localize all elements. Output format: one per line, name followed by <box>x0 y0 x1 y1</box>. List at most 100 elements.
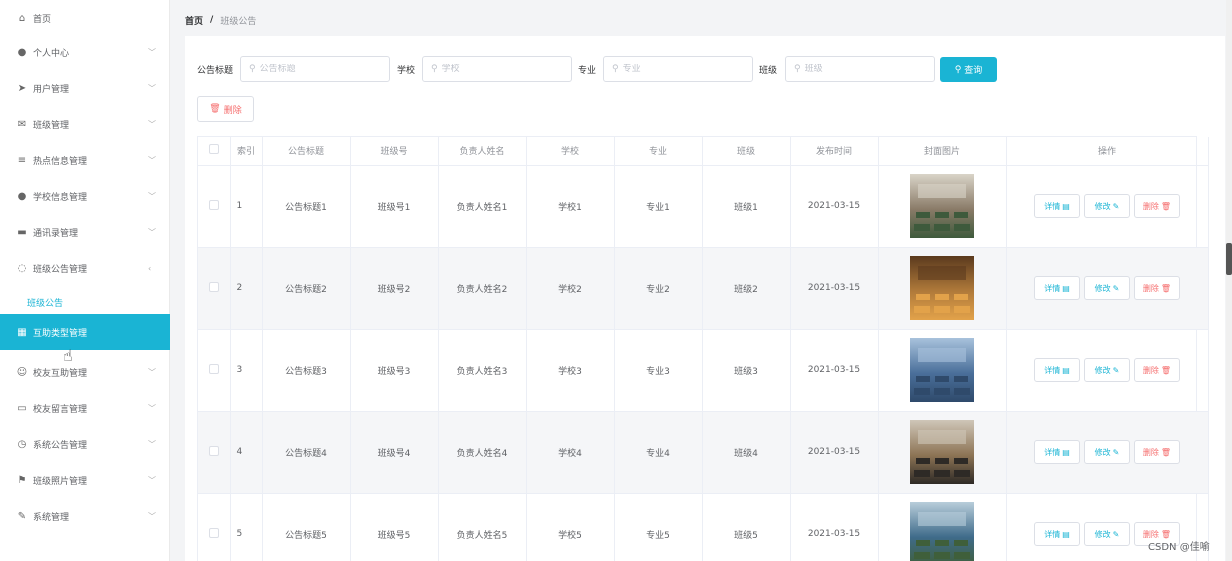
query-button[interactable]: ⚲ 查询 <box>940 57 997 82</box>
chevron-left-icon: ‹ <box>148 263 152 273</box>
delete-button[interactable]: 删除 🗑 <box>1134 276 1180 300</box>
cover-image-cell <box>878 165 1007 248</box>
sidebar-item-hot-info[interactable]: ≡ 热点信息管理 ﹀ <box>0 142 170 178</box>
mail-icon: ✉ <box>17 118 27 130</box>
sidebar-item-classes[interactable]: ✉ 班级管理 ﹀ <box>0 106 170 142</box>
detail-button[interactable]: 详情 ▤ <box>1034 276 1080 300</box>
detail-label: 详情 <box>1044 283 1061 293</box>
class-filter-input[interactable] <box>804 64 925 74</box>
batch-delete-button[interactable]: 🗑 删除 <box>197 96 254 122</box>
owner-name: 负责人姓名1 <box>438 165 527 248</box>
edit-icon: ✎ <box>1112 201 1120 211</box>
notice-title: 公告标题2 <box>262 247 351 330</box>
class-name: 班级3 <box>702 329 791 412</box>
main-content: 首页 / 班级公告 公告标题 ⚲ 学校 ⚲ 专业 ⚲ 班级 ⚲ ⚲ 查询 🗑 <box>185 0 1225 561</box>
detail-button[interactable]: 详情 ▤ <box>1034 522 1080 546</box>
sidebar-item-profile[interactable]: ● 个人中心 ﹀ <box>0 34 170 70</box>
publish-date: 2021-03-15 <box>790 165 879 248</box>
edit-label: 修改 <box>1094 529 1111 539</box>
row-select-cell <box>198 493 231 561</box>
row-checkbox[interactable] <box>208 527 219 538</box>
sidebar-item-help-types[interactable]: ▦ 互助类型管理 <box>0 314 170 350</box>
edit-button[interactable]: 修改 ✎ <box>1084 194 1130 218</box>
delete-button[interactable]: 删除 🗑 <box>1134 440 1180 464</box>
delete-button[interactable]: 删除 🗑 <box>1134 358 1180 382</box>
sidebar-item-label: 通讯录管理 <box>33 228 79 239</box>
owner-name: 负责人姓名2 <box>438 247 527 330</box>
row-checkbox[interactable] <box>208 199 219 210</box>
edit-button[interactable]: 修改 ✎ <box>1084 276 1130 300</box>
cover-image-cell <box>878 493 1007 561</box>
column-header: 学校 <box>526 137 615 166</box>
column-header: 班级 <box>702 137 791 166</box>
school-filter-input[interactable] <box>441 64 562 74</box>
row-index: 4 <box>230 411 263 494</box>
chevron-down-icon: ﹀ <box>148 475 156 485</box>
batch-delete-label: 删除 <box>223 105 242 116</box>
sidebar-item-system[interactable]: ✎ 系统管理 ﹀ <box>0 498 170 534</box>
cover-image <box>910 502 974 561</box>
detail-button[interactable]: 详情 ▤ <box>1034 440 1080 464</box>
delete-button[interactable]: 删除 🗑 <box>1134 194 1180 218</box>
publish-date: 2021-03-15 <box>790 329 879 412</box>
row-checkbox[interactable] <box>208 445 219 456</box>
edit-button[interactable]: 修改 ✎ <box>1084 522 1130 546</box>
notice-title: 公告标题5 <box>262 493 351 561</box>
detail-label: 详情 <box>1044 447 1061 457</box>
compass-icon: ◷ <box>17 438 27 450</box>
sidebar-item-contacts[interactable]: ▬ 通讯录管理 ﹀ <box>0 214 170 250</box>
row-index: 5 <box>230 493 263 561</box>
row-select-cell <box>198 247 231 330</box>
major: 专业3 <box>614 329 703 412</box>
sidebar-item-school-info[interactable]: ● 学校信息管理 ﹀ <box>0 178 170 214</box>
chevron-down-icon: ﹀ <box>148 511 156 521</box>
detail-button[interactable]: 详情 ▤ <box>1034 194 1080 218</box>
class-number: 班级号3 <box>350 329 439 412</box>
sidebar-item-alumni-help[interactable]: ☺ 校友互助管理 ﹀ <box>0 354 170 390</box>
scrollbar-thumb[interactable] <box>1226 243 1232 275</box>
message-icon: ▭ <box>17 402 27 414</box>
table-row: 4 公告标题4 班级号4 负责人姓名4 学校4 专业4 班级4 2021-03-15 详情 ▤ 修改… <box>198 411 1209 494</box>
sidebar-item-alumni-messages[interactable]: ▭ 校友留言管理 ﹀ <box>0 390 170 426</box>
notice-title: 公告标题4 <box>262 411 351 494</box>
edit-button[interactable]: 修改 ✎ <box>1084 440 1130 464</box>
column-header: 公告标题 <box>262 137 351 166</box>
edit-button[interactable]: 修改 ✎ <box>1084 358 1130 382</box>
major-filter-input-wrap: ⚲ <box>603 56 753 82</box>
sidebar-item-class-photos[interactable]: ⚑ 班级照片管理 ﹀ <box>0 462 170 498</box>
chevron-down-icon: ﹀ <box>148 119 156 129</box>
sidebar-item-users[interactable]: ➤ 用户管理 ﹀ <box>0 70 170 106</box>
class-number: 班级号5 <box>350 493 439 561</box>
chevron-down-icon: ﹀ <box>148 155 156 165</box>
sidebar-item-class-notice[interactable]: ◌ 班级公告管理 ‹ <box>0 250 170 286</box>
row-checkbox[interactable] <box>208 281 219 292</box>
row-index: 2 <box>230 247 263 330</box>
owner-name: 负责人姓名3 <box>438 329 527 412</box>
sidebar-item-system-notice[interactable]: ◷ 系统公告管理 ﹀ <box>0 426 170 462</box>
table-row: 3 公告标题3 班级号3 负责人姓名3 学校3 专业3 班级3 2021-03-15 详情 ▤ 修改… <box>198 329 1209 412</box>
major-filter-input[interactable] <box>622 64 743 74</box>
class-filter-label: 班级 <box>759 66 778 76</box>
sidebar-item-label: 用户管理 <box>33 84 70 95</box>
sidebar-subitem-class-notice[interactable]: 班级公告 <box>0 288 170 316</box>
sidebar-item-label: 个人中心 <box>33 48 70 59</box>
sidebar-item-label: 首页 <box>33 14 52 25</box>
row-checkbox[interactable] <box>208 363 219 374</box>
column-header: 操作 <box>1006 137 1209 166</box>
document-icon: ▤ <box>1062 529 1070 539</box>
page-scrollbar[interactable] <box>1226 0 1232 561</box>
owner-name: 负责人姓名4 <box>438 411 527 494</box>
select-all-checkbox[interactable] <box>208 144 219 155</box>
table-row: 5 公告标题5 班级号5 负责人姓名5 学校5 专业5 班级5 2021-03-15 详情 ▤ 修改… <box>198 493 1209 561</box>
class-number: 班级号1 <box>350 165 439 248</box>
title-filter-input[interactable] <box>259 64 380 74</box>
detail-label: 详情 <box>1044 365 1061 375</box>
breadcrumb-home[interactable]: 首页 <box>185 14 203 27</box>
sidebar-item-home[interactable]: ⌂ 首页 <box>0 0 170 36</box>
detail-button[interactable]: 详情 ▤ <box>1034 358 1080 382</box>
chevron-down-icon: ﹀ <box>148 83 156 93</box>
document-icon: ▤ <box>1062 283 1070 293</box>
publish-date: 2021-03-15 <box>790 493 879 561</box>
cover-image-cell <box>878 411 1007 494</box>
major-filter-label: 专业 <box>578 66 597 76</box>
